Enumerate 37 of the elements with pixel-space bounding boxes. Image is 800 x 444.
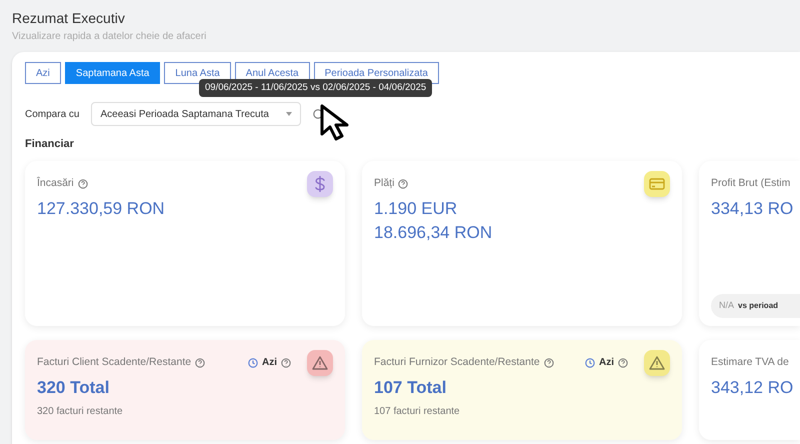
compare-label: Compara cu (25, 108, 80, 122)
caret-icon (286, 112, 292, 116)
clock-icon (585, 358, 595, 368)
section-title: Financiar (25, 137, 75, 152)
compare-dropdown[interactable]: Aceeasi Perioada Saptamana Trecuta (91, 102, 302, 126)
card-title: Facturi Furnizor Scadente/Restante (374, 354, 540, 370)
card-title: Profit Brut (Estim (711, 176, 790, 191)
metric-note: 320 facturi restante (37, 404, 124, 418)
metric-value: 107 Total (374, 376, 446, 398)
clock-icon (248, 358, 258, 368)
metric-value: 18.696,34 RON (374, 222, 492, 244)
card-title: Plăți (374, 176, 394, 191)
period-tab[interactable]: Azi (25, 62, 61, 84)
metric-value: 1.190 EUR (374, 198, 458, 220)
help-icon[interactable] (618, 358, 628, 368)
page-subtitle: Vizualizare rapida a datelor cheie de afaceri (12, 30, 208, 44)
tooltip: 09/06/2025 - 11/06/2025 vs 02/06/2025 - 04/06/2025 (199, 79, 432, 98)
help-icon[interactable] (78, 178, 88, 188)
period-label: Azi (262, 356, 277, 370)
help-icon[interactable] (281, 358, 291, 368)
card-title: Estimare TVA de (711, 354, 789, 370)
metric-value: 320 Total (37, 376, 110, 398)
help-icon[interactable] (544, 358, 554, 368)
metric-value: 343,12 RO (711, 376, 794, 398)
help-icon[interactable] (195, 358, 206, 368)
metric-value: 127.330,59 RON (37, 198, 165, 220)
period-tab[interactable]: Saptamana Asta (64, 62, 160, 84)
card-title: Încasări (37, 176, 74, 191)
help-icon[interactable] (398, 178, 408, 188)
comparison-value: N/A (719, 299, 734, 312)
metric-note: 107 facturi restante (374, 404, 461, 418)
comparison-text: vs perioad (738, 300, 778, 312)
page-title: Rezumat Executiv (12, 9, 126, 28)
period-tab[interactable]: Luna Asta (164, 62, 231, 84)
period-label: Azi (599, 356, 614, 370)
metric-value: 334,13 RO (711, 198, 794, 220)
card-title: Facturi Client Scadente/Restante (37, 354, 192, 370)
